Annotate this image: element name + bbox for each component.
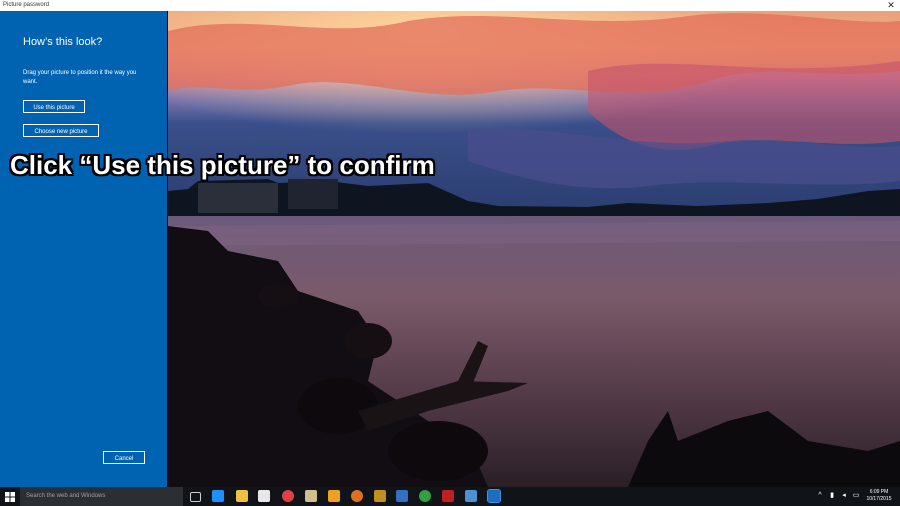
clock-date: 10/17/2015 <box>866 496 892 502</box>
chevron-up-icon[interactable]: ^ <box>816 491 824 500</box>
task-view-icon[interactable] <box>190 492 201 502</box>
notifications-icon[interactable]: ▭ <box>852 491 860 500</box>
cancel-button[interactable]: Cancel <box>103 451 145 464</box>
volume-icon[interactable]: ◂ <box>840 491 848 500</box>
panel-heading: How’s this look? <box>23 36 103 48</box>
folder-icon[interactable] <box>305 490 317 502</box>
close-icon[interactable]: ✕ <box>886 0 896 11</box>
windows-logo-icon <box>5 491 15 502</box>
app-icon[interactable] <box>374 490 386 502</box>
app-icon[interactable] <box>419 490 431 502</box>
system-tray: ^ ▮ ◂ ▭ <box>816 491 860 502</box>
app-icon[interactable] <box>396 490 408 502</box>
window-title: Picture password <box>3 2 50 8</box>
choose-new-picture-button[interactable]: Choose new picture <box>23 124 99 137</box>
edge-icon[interactable] <box>212 490 224 502</box>
app-icon[interactable] <box>351 490 363 502</box>
clock-time: 6:09 PM <box>869 489 889 495</box>
app-icon[interactable] <box>465 490 477 502</box>
start-button[interactable] <box>0 487 20 506</box>
settings-icon[interactable] <box>487 489 501 503</box>
media-icon[interactable] <box>328 490 340 502</box>
taskbar: Search the web and Windows ^ ▮ ◂ ▭ 6:09 … <box>0 487 900 506</box>
filezilla-icon[interactable] <box>442 490 454 502</box>
side-panel: How’s this look? Drag your picture to po… <box>0 11 167 487</box>
instruction-caption: Click “Use this picture” to confirm <box>10 150 435 180</box>
title-bar: Picture password ✕ <box>0 0 900 11</box>
taskbar-search-box[interactable]: Search the web and Windows <box>20 487 183 506</box>
network-icon[interactable]: ▮ <box>828 491 836 500</box>
taskbar-clock[interactable]: 6:09 PM 10/17/2015 <box>862 489 896 503</box>
picture-preview[interactable] <box>168 11 900 487</box>
panel-description: Drag your picture to position it the way… <box>23 70 137 85</box>
screen: Picture password ✕ How’s this look? Drag… <box>0 0 900 506</box>
use-this-picture-button[interactable]: Use this picture <box>23 100 85 113</box>
store-icon[interactable] <box>258 490 270 502</box>
file-explorer-icon[interactable] <box>236 490 248 502</box>
chrome-icon[interactable] <box>282 490 294 502</box>
